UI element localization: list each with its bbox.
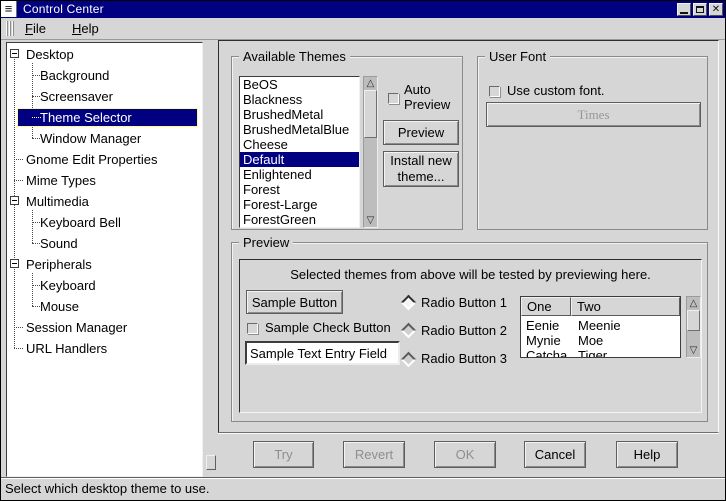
theme-item-forest[interactable]: Forest	[240, 182, 359, 197]
theme-item-cheese[interactable]: Cheese	[240, 137, 359, 152]
scrollbar-thumb[interactable]	[364, 90, 377, 138]
tree-item-theme-selector-selected[interactable]: Theme Selector	[17, 108, 198, 127]
radio-button-3-label: Radio Button 3	[421, 348, 507, 369]
available-themes-frame-label: Available Themes	[239, 49, 350, 64]
scroll-down-icon[interactable]: ▽	[364, 214, 377, 227]
tree-item-url-handlers[interactable]: URL Handlers	[7, 338, 202, 359]
category-tree: Desktop Background Screensaver Theme Sel…	[6, 42, 203, 477]
preview-caption: Selected themes from above will be teste…	[240, 267, 701, 282]
pane-scrollbar-thumb[interactable]	[206, 455, 216, 470]
control-center-window: ≡ Control Center ✕ File Help Desktop Bac…	[0, 0, 726, 501]
close-icon: ✕	[712, 5, 720, 15]
user-font-frame: User Font Use custom font. Times	[477, 56, 708, 230]
theme-item-beos[interactable]: BeOS	[240, 77, 359, 92]
table-row[interactable]: Eenie Meenie	[521, 318, 680, 333]
menubar: File Help	[1, 18, 725, 40]
install-new-theme-button[interactable]: Install new theme...	[383, 151, 459, 187]
theme-item-brushedmetal[interactable]: BrushedMetal	[240, 107, 359, 122]
theme-item-forest-large[interactable]: Forest-Large	[240, 197, 359, 212]
preview-button[interactable]: Preview	[383, 120, 459, 145]
sample-check-button-checkbox[interactable]	[247, 323, 258, 334]
user-font-frame-label: User Font	[485, 49, 550, 64]
minimize-icon	[680, 12, 688, 14]
status-bar: Select which desktop theme to use.	[1, 477, 725, 499]
ok-button[interactable]: OK	[434, 441, 496, 468]
tree-item-mouse[interactable]: Mouse	[7, 296, 202, 317]
revert-button[interactable]: Revert	[343, 441, 405, 468]
available-themes-frame: Available Themes BeOS Blackness BrushedM…	[231, 56, 463, 230]
minimize-button[interactable]	[677, 3, 691, 16]
use-custom-font-label: Use custom font.	[507, 80, 605, 102]
tree-item-mime-types[interactable]: Mime Types	[7, 170, 202, 191]
scroll-up-icon[interactable]: △	[364, 77, 377, 90]
font-picker-button[interactable]: Times	[486, 102, 701, 127]
scroll-down-icon[interactable]: ▽	[687, 344, 700, 357]
collapse-expander-icon[interactable]	[10, 49, 19, 58]
try-button[interactable]: Try	[253, 441, 314, 468]
tree-item-sound[interactable]: Sound	[7, 233, 202, 254]
tree-item-peripherals[interactable]: Peripherals	[7, 254, 202, 275]
tree-item-multimedia[interactable]: Multimedia	[7, 191, 202, 212]
theme-list: BeOS Blackness BrushedMetal BrushedMetal…	[239, 76, 360, 228]
radio-button-1-label: Radio Button 1	[421, 292, 507, 313]
theme-item-blackness[interactable]: Blackness	[240, 92, 359, 107]
radio-button-2-label: Radio Button 2	[421, 320, 507, 341]
menubar-drag-handle[interactable]	[6, 21, 15, 36]
theme-item-forestgreen[interactable]: ForestGreen	[240, 212, 359, 227]
cancel-button[interactable]: Cancel	[524, 441, 586, 468]
use-custom-font-checkbox[interactable]	[489, 86, 500, 97]
preview-frame: Preview Selected themes from above will …	[231, 242, 708, 422]
capplet-panel: Available Themes BeOS Blackness BrushedM…	[218, 40, 719, 433]
auto-preview-checkbox[interactable]	[388, 93, 399, 104]
theme-item-default-selected[interactable]: Default	[240, 152, 359, 167]
maximize-button[interactable]	[693, 3, 707, 16]
tree-item-desktop[interactable]: Desktop	[7, 44, 202, 65]
maximize-icon	[696, 6, 704, 13]
tree-item-window-manager[interactable]: Window Manager	[7, 128, 202, 149]
menu-file[interactable]: File	[19, 19, 52, 38]
sample-text-entry-field[interactable]	[245, 341, 400, 365]
radio-button-3[interactable]	[401, 352, 417, 368]
close-button[interactable]: ✕	[709, 3, 723, 16]
preview-area: Selected themes from above will be teste…	[239, 259, 702, 413]
sample-list-table: One Two Eenie Meenie Mynie Moe Catcha	[520, 296, 681, 358]
pane-divider[interactable]	[204, 42, 218, 477]
sample-check-button-label: Sample Check Button	[265, 317, 391, 339]
column-header-one[interactable]: One	[521, 297, 571, 316]
tree-item-gnome-edit-properties[interactable]: Gnome Edit Properties	[7, 149, 202, 170]
collapse-expander-icon[interactable]	[10, 259, 19, 268]
tree-item-keyboard-bell[interactable]: Keyboard Bell	[7, 212, 202, 233]
tree-item-keyboard[interactable]: Keyboard	[7, 275, 202, 296]
sample-list-scrollbar[interactable]: △ ▽	[686, 296, 701, 358]
theme-item-brushedmetalblue[interactable]: BrushedMetalBlue	[240, 122, 359, 137]
menu-help[interactable]: Help	[66, 19, 105, 38]
titlebar[interactable]: ≡ Control Center ✕	[1, 1, 725, 18]
help-button[interactable]: Help	[616, 441, 678, 468]
theme-item-enlightened[interactable]: Enlightened	[240, 167, 359, 182]
radio-button-1[interactable]	[401, 295, 417, 311]
tree-item-screensaver[interactable]: Screensaver	[7, 86, 202, 107]
scrollbar-thumb[interactable]	[687, 310, 700, 331]
tree-item-background[interactable]: Background	[7, 65, 202, 86]
scroll-up-icon[interactable]: △	[687, 297, 700, 310]
window-menu-icon[interactable]: ≡	[1, 1, 17, 17]
theme-list-scrollbar[interactable]: △ ▽	[363, 76, 378, 228]
sample-button[interactable]: Sample Button	[246, 290, 343, 314]
preview-frame-label: Preview	[239, 235, 293, 250]
table-row[interactable]: Catcha Tiger	[521, 348, 680, 358]
radio-button-2[interactable]	[401, 323, 417, 339]
auto-preview-label: Auto Preview	[404, 82, 450, 112]
table-row[interactable]: Mynie Moe	[521, 333, 680, 348]
collapse-expander-icon[interactable]	[10, 196, 19, 205]
tree-item-session-manager[interactable]: Session Manager	[7, 317, 202, 338]
window-title: Control Center	[23, 1, 104, 18]
column-header-two[interactable]: Two	[571, 297, 680, 316]
